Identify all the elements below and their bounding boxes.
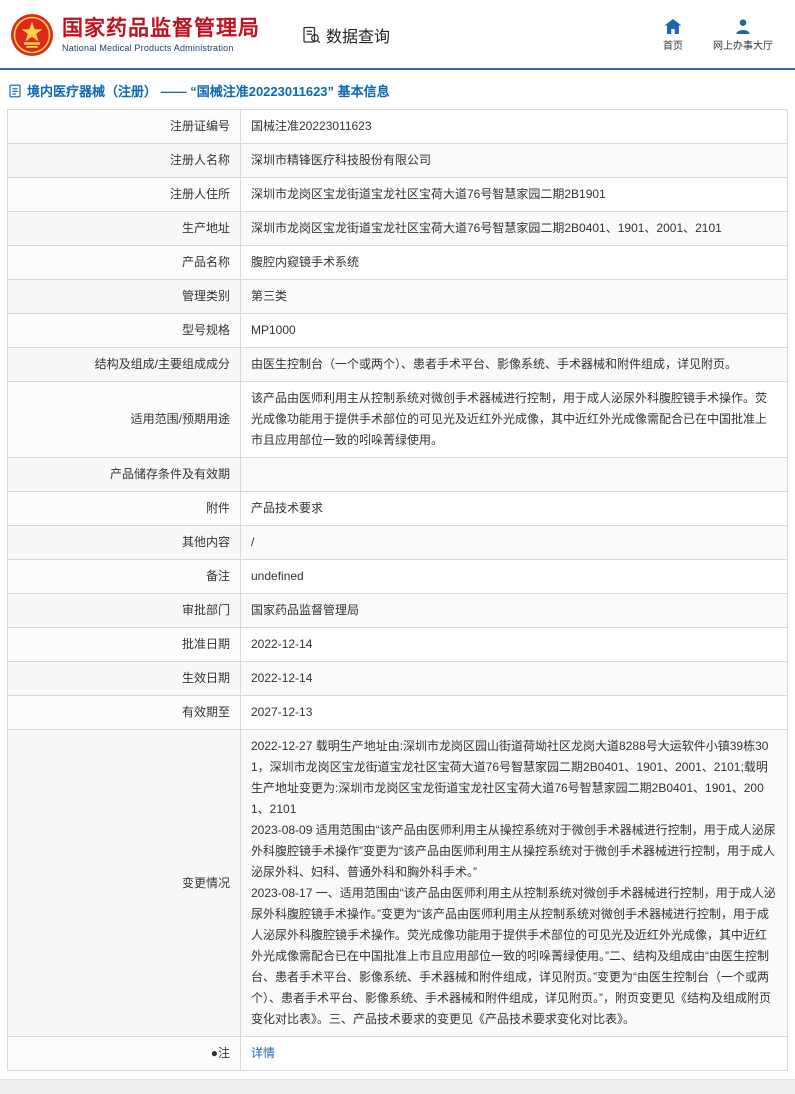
- row-value: [240, 457, 788, 492]
- row-label: 审批部门: [7, 593, 241, 628]
- table-row: 审批部门 国家药品监督管理局: [7, 593, 788, 628]
- row-value: 产品技术要求: [240, 491, 788, 526]
- detail-link[interactable]: 详情: [251, 1046, 275, 1060]
- row-label: 注册证编号: [7, 109, 241, 144]
- table-row: 管理类别 第三类: [7, 279, 788, 314]
- user-icon: [733, 18, 753, 35]
- top-nav: 首页 网上办事大厅: [663, 18, 781, 52]
- table-row: 附件 产品技术要求: [7, 491, 788, 526]
- row-value: 腹腔内窥镜手术系统: [240, 245, 788, 280]
- table-row: 注册证编号 国械注准20223011623: [7, 109, 788, 144]
- row-value: MP1000: [240, 313, 788, 348]
- nav-home[interactable]: 首页: [663, 18, 683, 52]
- table-row: ●注 详情: [7, 1036, 788, 1071]
- row-value: 国械注准20223011623: [240, 109, 788, 144]
- row-value: 2027-12-13: [240, 695, 788, 730]
- info-table-body: 注册证编号 国械注准20223011623 注册人名称 深圳市精锋医疗科技股份有限公司…: [7, 109, 788, 1071]
- row-value: 深圳市龙岗区宝龙街道宝龙社区宝荷大道76号智慧家园二期2B0401、1901、2…: [240, 211, 788, 246]
- row-label: ●注: [7, 1036, 241, 1071]
- document-icon: [8, 84, 22, 98]
- row-label: 生效日期: [7, 661, 241, 696]
- row-label: 注册人名称: [7, 143, 241, 178]
- row-label: 有效期至: [7, 695, 241, 730]
- agency-name-en: National Medical Products Administration: [62, 43, 234, 54]
- row-label: 型号规格: [7, 313, 241, 348]
- nav-home-label: 首页: [663, 41, 683, 52]
- table-row: 结构及组成/主要组成成分 由医生控制台（一个或两个）、患者手术平台、影像系统、手术…: [7, 347, 788, 382]
- data-query-tab[interactable]: 数据查询: [302, 23, 390, 47]
- page-title: 境内医疗器械（注册） —— “国械注准20223011623” 基本信息: [27, 84, 390, 99]
- row-value: undefined: [240, 559, 788, 594]
- table-row: 注册人住所 深圳市龙岗区宝龙街道宝龙社区宝荷大道76号智慧家园二期2B1901: [7, 177, 788, 212]
- row-label: 批准日期: [7, 627, 241, 662]
- row-label: 附件: [7, 491, 241, 526]
- nav-service-hall[interactable]: 网上办事大厅: [713, 18, 773, 52]
- row-label: 备注: [7, 559, 241, 594]
- table-row: 产品名称 腹腔内窥镜手术系统: [7, 245, 788, 280]
- row-value[interactable]: 详情: [240, 1036, 788, 1071]
- page-footer: [0, 1079, 795, 1094]
- row-value: 深圳市龙岗区宝龙街道宝龙社区宝荷大道76号智慧家园二期2B1901: [240, 177, 788, 212]
- table-row: 型号规格 MP1000: [7, 313, 788, 348]
- home-icon: [663, 18, 683, 35]
- table-row: 注册人名称 深圳市精锋医疗科技股份有限公司: [7, 143, 788, 178]
- table-row: 批准日期 2022-12-14: [7, 627, 788, 662]
- row-value: 2022-12-14: [240, 627, 788, 662]
- row-value: 由医生控制台（一个或两个）、患者手术平台、影像系统、手术器械和附件组成，详见附页…: [240, 347, 788, 382]
- row-label: 产品名称: [7, 245, 241, 280]
- national-emblem-icon: [10, 13, 54, 57]
- row-label: 注册人住所: [7, 177, 241, 212]
- table-row: 产品储存条件及有效期: [7, 457, 788, 492]
- row-value: 2022-12-27 载明生产地址由:深圳市龙岗区园山街道荷坳社区龙岗大道828…: [240, 729, 788, 1037]
- row-value: /: [240, 525, 788, 560]
- row-value: 2022-12-14: [240, 661, 788, 696]
- table-row: 备注 undefined: [7, 559, 788, 594]
- table-row: 有效期至 2027-12-13: [7, 695, 788, 730]
- table-row: 变更情况 2022-12-27 载明生产地址由:深圳市龙岗区园山街道荷坳社区龙岗大…: [7, 729, 788, 1037]
- row-label: 结构及组成/主要组成成分: [7, 347, 241, 382]
- row-label: 其他内容: [7, 525, 241, 560]
- row-value: 第三类: [240, 279, 788, 314]
- table-row: 生产地址 深圳市龙岗区宝龙街道宝龙社区宝荷大道76号智慧家园二期2B0401、19…: [7, 211, 788, 246]
- brand[interactable]: 国家药品监督管理局 National Medical Products Admi…: [10, 13, 260, 57]
- row-label: 生产地址: [7, 211, 241, 246]
- row-value: 国家药品监督管理局: [240, 593, 788, 628]
- agency-name-cn: 国家药品监督管理局: [62, 16, 260, 40]
- row-value: 该产品由医师利用主从控制系统对微创手术器械进行控制，用于成人泌尿外科腹腔镜手术操…: [240, 381, 788, 458]
- site-header: 国家药品监督管理局 National Medical Products Admi…: [0, 0, 795, 68]
- row-label: 管理类别: [7, 279, 241, 314]
- table-row: 适用范围/预期用途 该产品由医师利用主从控制系统对微创手术器械进行控制，用于成人泌…: [7, 381, 788, 458]
- row-value: 深圳市精锋医疗科技股份有限公司: [240, 143, 788, 178]
- row-label: 适用范围/预期用途: [7, 381, 241, 458]
- data-query-label: 数据查询: [326, 29, 391, 46]
- row-label: 变更情况: [7, 729, 241, 1037]
- data-query-icon: [302, 26, 321, 45]
- brand-text: 国家药品监督管理局 National Medical Products Admi…: [62, 17, 260, 53]
- nav-service-hall-label: 网上办事大厅: [713, 41, 773, 52]
- info-table: 注册证编号 国械注准20223011623 注册人名称 深圳市精锋医疗科技股份有限公司…: [7, 109, 788, 1071]
- row-label: 产品储存条件及有效期: [7, 457, 241, 492]
- page-title-bar: 境内医疗器械（注册） —— “国械注准20223011623” 基本信息: [0, 70, 795, 109]
- table-row: 其他内容 /: [7, 525, 788, 560]
- table-row: 生效日期 2022-12-14: [7, 661, 788, 696]
